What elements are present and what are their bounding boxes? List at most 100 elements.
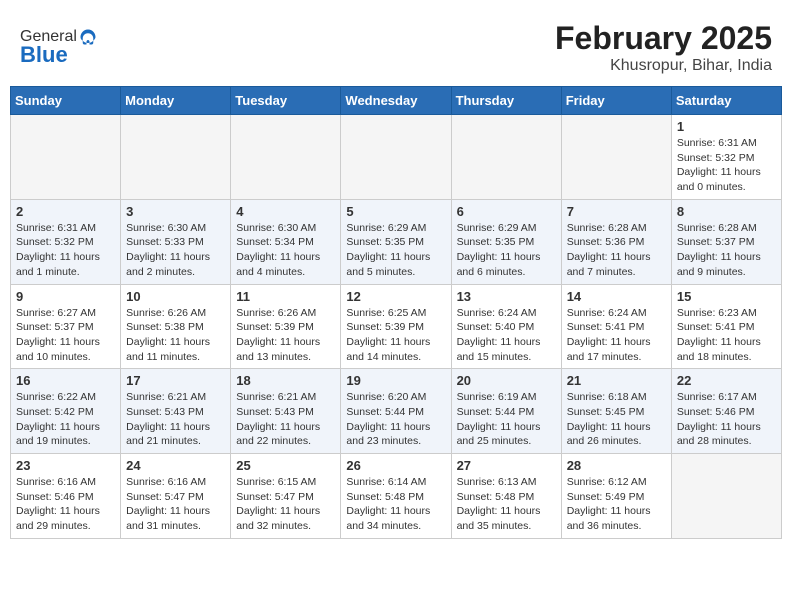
day-info: Sunrise: 6:24 AM Sunset: 5:40 PM Dayligh… [457, 306, 556, 365]
day-info: Sunrise: 6:31 AM Sunset: 5:32 PM Dayligh… [16, 221, 115, 280]
day-info: Sunrise: 6:25 AM Sunset: 5:39 PM Dayligh… [346, 306, 445, 365]
day-info: Sunrise: 6:26 AM Sunset: 5:39 PM Dayligh… [236, 306, 335, 365]
day-number: 16 [16, 373, 115, 388]
calendar-cell [121, 115, 231, 200]
day-number: 5 [346, 204, 445, 219]
day-number: 3 [126, 204, 225, 219]
day-number: 11 [236, 289, 335, 304]
col-header-saturday: Saturday [671, 87, 781, 115]
day-info: Sunrise: 6:23 AM Sunset: 5:41 PM Dayligh… [677, 306, 776, 365]
calendar-cell [11, 115, 121, 200]
day-info: Sunrise: 6:19 AM Sunset: 5:44 PM Dayligh… [457, 390, 556, 449]
day-info: Sunrise: 6:12 AM Sunset: 5:49 PM Dayligh… [567, 475, 666, 534]
logo: General Blue [20, 28, 97, 68]
calendar-cell: 1 Sunrise: 6:31 AM Sunset: 5:32 PM Daylig… [671, 115, 781, 200]
calendar-cell: 28 Sunrise: 6:12 AM Sunset: 5:49 PM Dayli… [561, 454, 671, 539]
calendar-cell: 8 Sunrise: 6:28 AM Sunset: 5:37 PM Daylig… [671, 199, 781, 284]
col-header-monday: Monday [121, 87, 231, 115]
day-number: 10 [126, 289, 225, 304]
day-info: Sunrise: 6:30 AM Sunset: 5:34 PM Dayligh… [236, 221, 335, 280]
day-info: Sunrise: 6:29 AM Sunset: 5:35 PM Dayligh… [346, 221, 445, 280]
calendar-week-row: 23 Sunrise: 6:16 AM Sunset: 5:46 PM Dayli… [11, 454, 782, 539]
day-info: Sunrise: 6:15 AM Sunset: 5:47 PM Dayligh… [236, 475, 335, 534]
calendar-cell: 25 Sunrise: 6:15 AM Sunset: 5:47 PM Dayli… [231, 454, 341, 539]
day-number: 14 [567, 289, 666, 304]
day-info: Sunrise: 6:31 AM Sunset: 5:32 PM Dayligh… [677, 136, 776, 195]
calendar-cell: 17 Sunrise: 6:21 AM Sunset: 5:43 PM Dayli… [121, 369, 231, 454]
day-number: 23 [16, 458, 115, 473]
day-info: Sunrise: 6:16 AM Sunset: 5:46 PM Dayligh… [16, 475, 115, 534]
day-number: 13 [457, 289, 556, 304]
calendar-cell: 9 Sunrise: 6:27 AM Sunset: 5:37 PM Daylig… [11, 284, 121, 369]
logo-icon [79, 28, 97, 46]
calendar-cell: 2 Sunrise: 6:31 AM Sunset: 5:32 PM Daylig… [11, 199, 121, 284]
day-info: Sunrise: 6:29 AM Sunset: 5:35 PM Dayligh… [457, 221, 556, 280]
calendar-week-row: 2 Sunrise: 6:31 AM Sunset: 5:32 PM Daylig… [11, 199, 782, 284]
day-info: Sunrise: 6:28 AM Sunset: 5:37 PM Dayligh… [677, 221, 776, 280]
calendar-week-row: 1 Sunrise: 6:31 AM Sunset: 5:32 PM Daylig… [11, 115, 782, 200]
col-header-friday: Friday [561, 87, 671, 115]
calendar-cell: 22Sunrise: 6:17 AM Sunset: 5:46 PM Dayli… [671, 369, 781, 454]
calendar-table: SundayMondayTuesdayWednesdayThursdayFrid… [10, 86, 782, 539]
calendar-cell: 5 Sunrise: 6:29 AM Sunset: 5:35 PM Daylig… [341, 199, 451, 284]
calendar-cell [451, 115, 561, 200]
day-number: 8 [677, 204, 776, 219]
calendar-cell: 14 Sunrise: 6:24 AM Sunset: 5:41 PM Dayli… [561, 284, 671, 369]
calendar-week-row: 16 Sunrise: 6:22 AM Sunset: 5:42 PM Dayli… [11, 369, 782, 454]
header: General Blue February 2025 Khusropur, Bi… [10, 10, 782, 80]
col-header-wednesday: Wednesday [341, 87, 451, 115]
day-info: Sunrise: 6:28 AM Sunset: 5:36 PM Dayligh… [567, 221, 666, 280]
day-number: 9 [16, 289, 115, 304]
day-number: 12 [346, 289, 445, 304]
day-info: Sunrise: 6:18 AM Sunset: 5:45 PM Dayligh… [567, 390, 666, 449]
col-header-sunday: Sunday [11, 87, 121, 115]
calendar-cell [231, 115, 341, 200]
calendar-cell: 21Sunrise: 6:18 AM Sunset: 5:45 PM Dayli… [561, 369, 671, 454]
day-number: 28 [567, 458, 666, 473]
day-info: Sunrise: 6:24 AM Sunset: 5:41 PM Dayligh… [567, 306, 666, 365]
day-info: Sunrise: 6:21 AM Sunset: 5:43 PM Dayligh… [236, 390, 335, 449]
calendar-cell: 19Sunrise: 6:20 AM Sunset: 5:44 PM Dayli… [341, 369, 451, 454]
day-info: Sunrise: 6:27 AM Sunset: 5:37 PM Dayligh… [16, 306, 115, 365]
day-number: 20 [457, 373, 556, 388]
day-number: 26 [346, 458, 445, 473]
day-info: Sunrise: 6:30 AM Sunset: 5:33 PM Dayligh… [126, 221, 225, 280]
day-number: 4 [236, 204, 335, 219]
day-number: 18 [236, 373, 335, 388]
title-block: February 2025 Khusropur, Bihar, India [555, 20, 772, 75]
calendar-cell: 24 Sunrise: 6:16 AM Sunset: 5:47 PM Dayli… [121, 454, 231, 539]
day-info: Sunrise: 6:22 AM Sunset: 5:42 PM Dayligh… [16, 390, 115, 449]
calendar-cell: 11 Sunrise: 6:26 AM Sunset: 5:39 PM Dayli… [231, 284, 341, 369]
day-number: 1 [677, 119, 776, 134]
calendar-cell: 27Sunrise: 6:13 AM Sunset: 5:48 PM Dayli… [451, 454, 561, 539]
calendar-cell: 13 Sunrise: 6:24 AM Sunset: 5:40 PM Dayli… [451, 284, 561, 369]
calendar-cell: 26 Sunrise: 6:14 AM Sunset: 5:48 PM Dayli… [341, 454, 451, 539]
calendar-cell: 15Sunrise: 6:23 AM Sunset: 5:41 PM Dayli… [671, 284, 781, 369]
day-number: 17 [126, 373, 225, 388]
day-info: Sunrise: 6:21 AM Sunset: 5:43 PM Dayligh… [126, 390, 225, 449]
calendar-cell: 23 Sunrise: 6:16 AM Sunset: 5:46 PM Dayli… [11, 454, 121, 539]
day-number: 6 [457, 204, 556, 219]
calendar-cell: 7 Sunrise: 6:28 AM Sunset: 5:36 PM Daylig… [561, 199, 671, 284]
month-year-title: February 2025 [555, 20, 772, 57]
calendar-cell: 6 Sunrise: 6:29 AM Sunset: 5:35 PM Daylig… [451, 199, 561, 284]
day-info: Sunrise: 6:16 AM Sunset: 5:47 PM Dayligh… [126, 475, 225, 534]
calendar-cell: 12 Sunrise: 6:25 AM Sunset: 5:39 PM Dayli… [341, 284, 451, 369]
col-header-thursday: Thursday [451, 87, 561, 115]
calendar-cell: 18 Sunrise: 6:21 AM Sunset: 5:43 PM Dayli… [231, 369, 341, 454]
day-number: 7 [567, 204, 666, 219]
location-subtitle: Khusropur, Bihar, India [555, 57, 772, 75]
day-number: 22 [677, 373, 776, 388]
calendar-cell [341, 115, 451, 200]
day-info: Sunrise: 6:20 AM Sunset: 5:44 PM Dayligh… [346, 390, 445, 449]
calendar-cell [561, 115, 671, 200]
day-number: 2 [16, 204, 115, 219]
day-info: Sunrise: 6:13 AM Sunset: 5:48 PM Dayligh… [457, 475, 556, 534]
day-number: 24 [126, 458, 225, 473]
day-info: Sunrise: 6:14 AM Sunset: 5:48 PM Dayligh… [346, 475, 445, 534]
calendar-cell: 20 Sunrise: 6:19 AM Sunset: 5:44 PM Dayli… [451, 369, 561, 454]
day-info: Sunrise: 6:26 AM Sunset: 5:38 PM Dayligh… [126, 306, 225, 365]
calendar-week-row: 9 Sunrise: 6:27 AM Sunset: 5:37 PM Daylig… [11, 284, 782, 369]
day-number: 25 [236, 458, 335, 473]
calendar-cell: 4 Sunrise: 6:30 AM Sunset: 5:34 PM Daylig… [231, 199, 341, 284]
